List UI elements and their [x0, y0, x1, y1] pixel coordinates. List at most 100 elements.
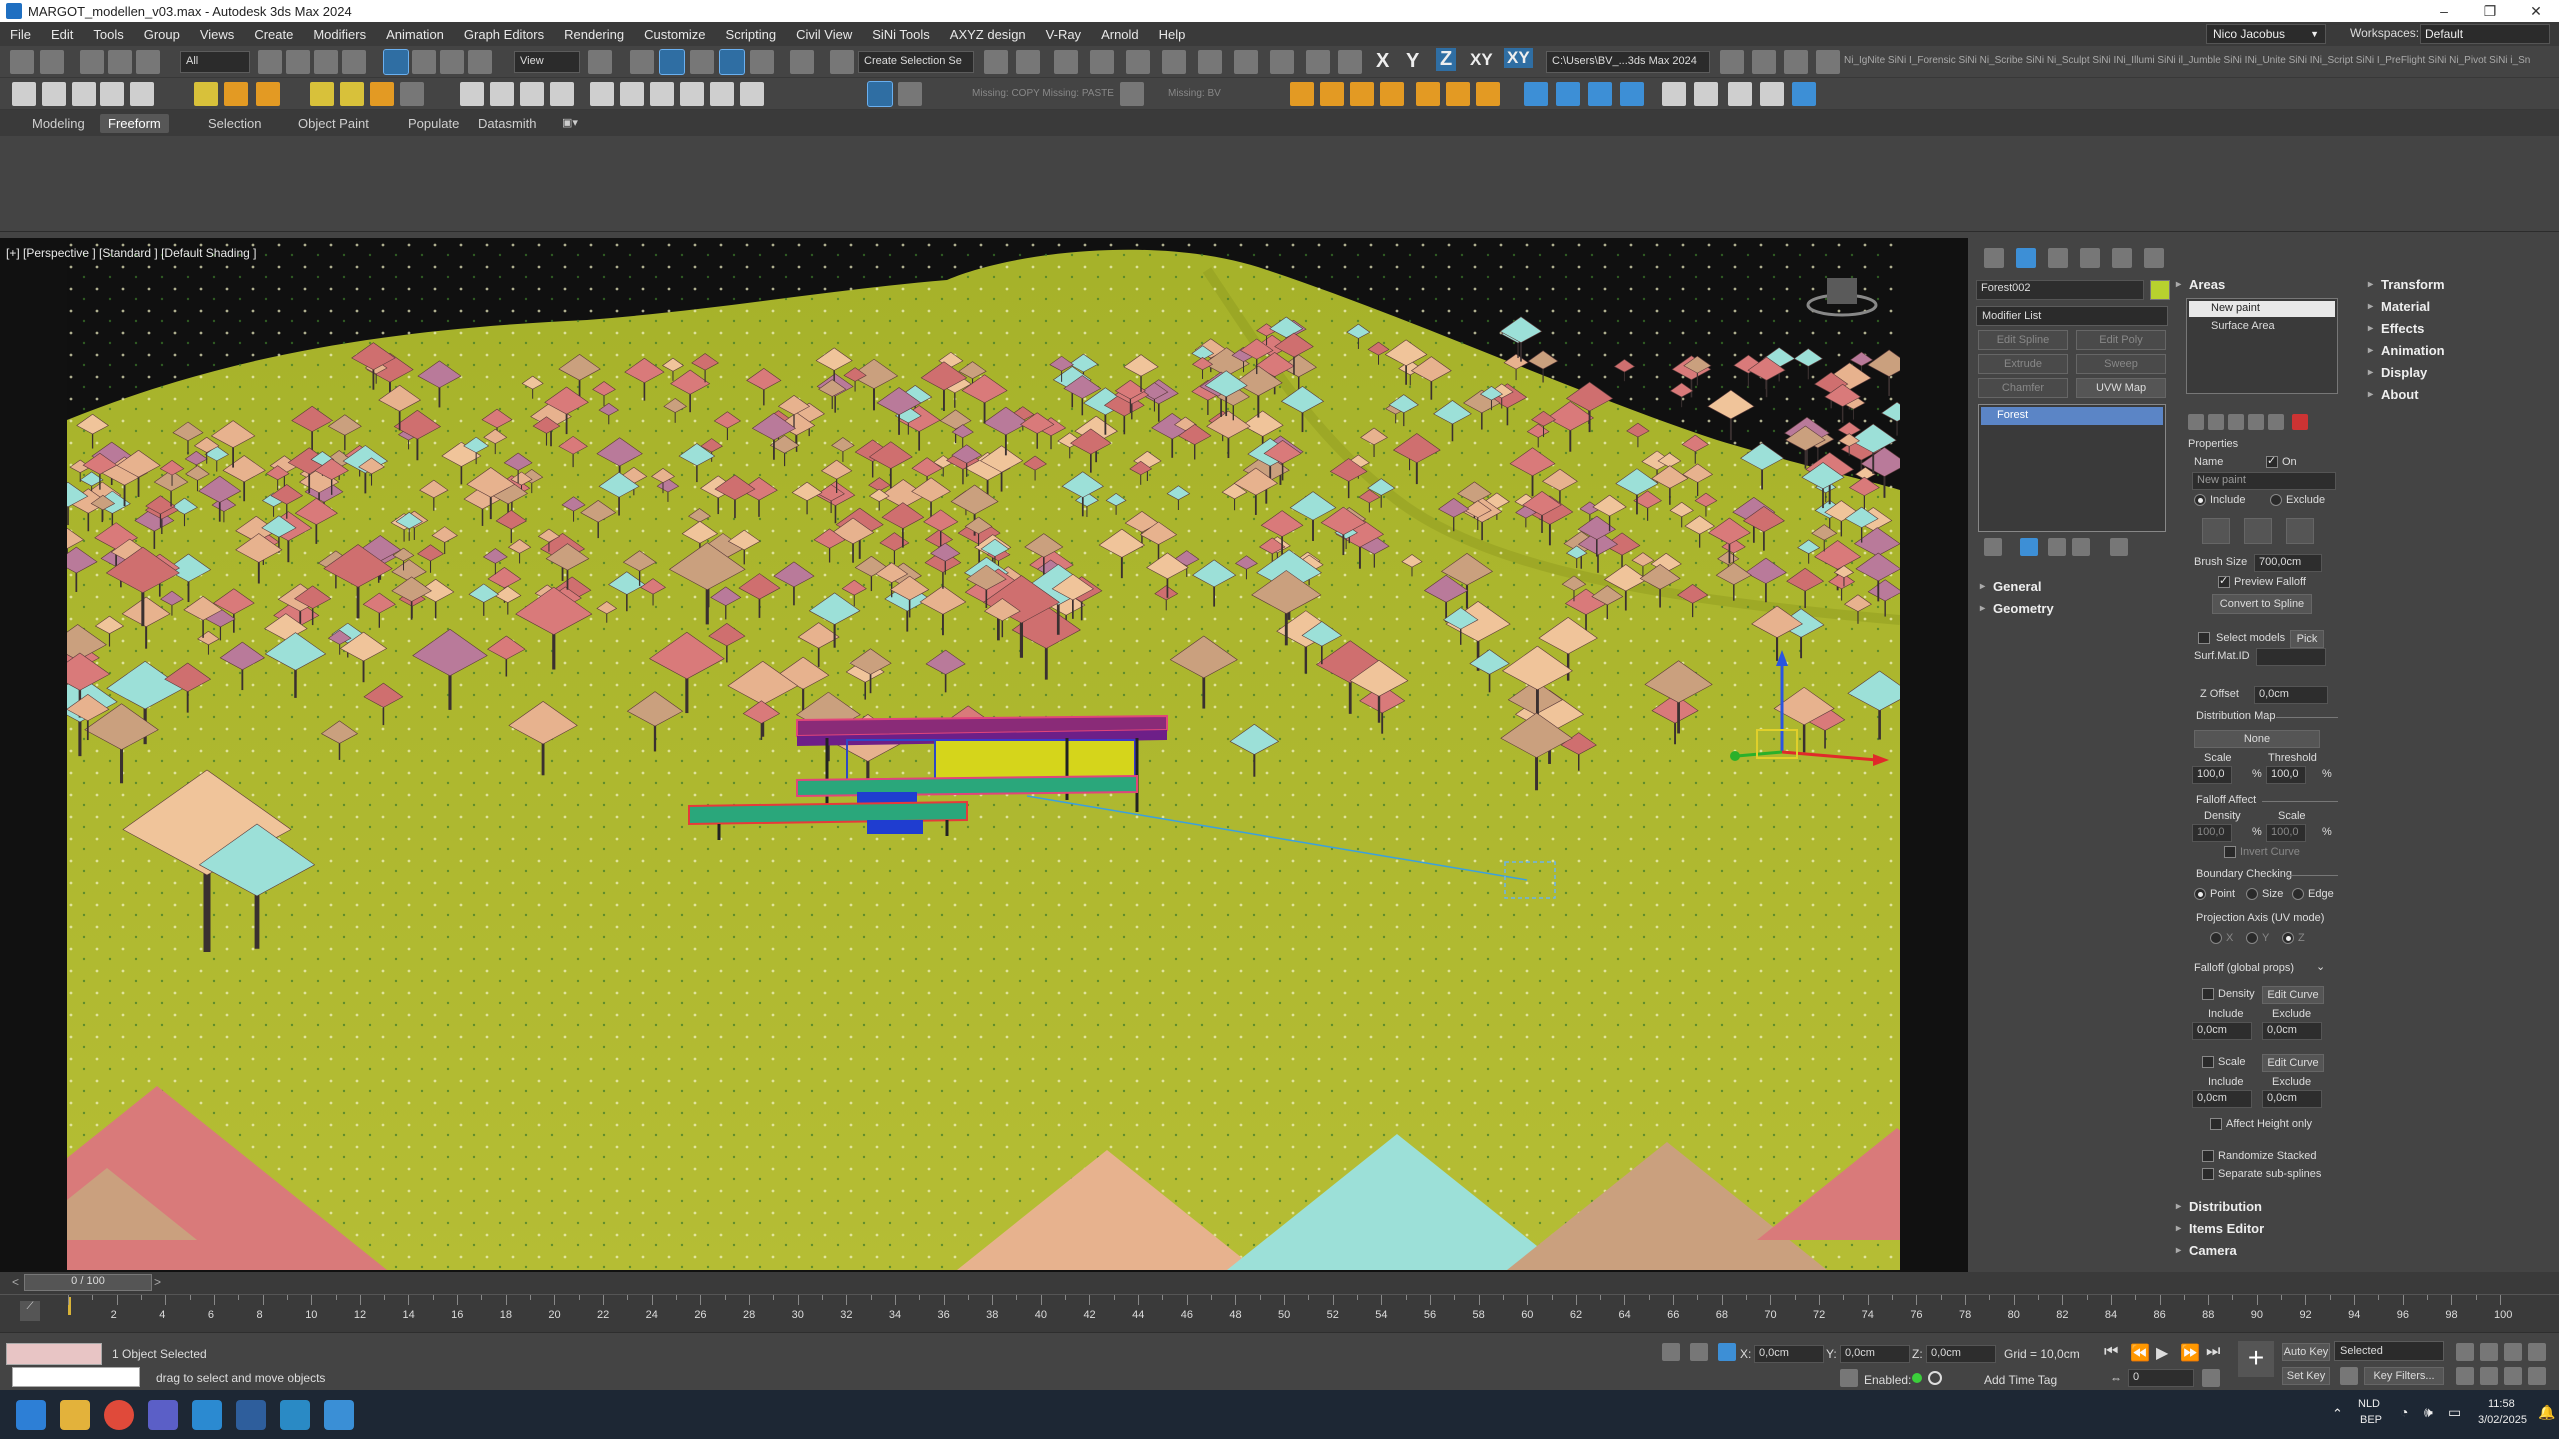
file-icon[interactable]	[130, 82, 154, 106]
tab-object-paint[interactable]: Object Paint	[290, 114, 377, 133]
mini-curve-editor-icon[interactable]: ⟋	[20, 1301, 40, 1321]
motion-tab-icon[interactable]	[2080, 248, 2100, 268]
orbit-icon[interactable]	[2504, 1367, 2522, 1385]
display-tab-icon[interactable]	[2112, 248, 2132, 268]
toolbar-list-icon[interactable]	[100, 82, 124, 106]
x-coord-field[interactable]: 0,0cm	[1754, 1345, 1824, 1363]
paste-tools-icon[interactable]	[898, 82, 922, 106]
pan-view-icon[interactable]	[2480, 1367, 2498, 1385]
percent-snap-icon[interactable]	[719, 49, 745, 75]
map-scale-spinner[interactable]: 100,0	[2192, 766, 2232, 784]
notifications-icon[interactable]: 🔔	[2538, 1404, 2555, 1421]
menu-rendering[interactable]: Rendering	[554, 27, 634, 42]
time-tag-icon[interactable]	[1928, 1371, 1942, 1385]
sweep-button[interactable]: Sweep	[2076, 354, 2166, 374]
area-surface-icon[interactable]	[2248, 414, 2264, 430]
bind-space-warp-icon[interactable]	[136, 50, 160, 74]
select-by-name-icon[interactable]	[286, 50, 310, 74]
vray-cosmos-icon[interactable]	[740, 82, 764, 106]
menu-sini-tools[interactable]: SiNi Tools	[862, 27, 940, 42]
stack-item-forest[interactable]: Forest	[1981, 407, 2163, 425]
falloff-scale-checkbox[interactable]	[2202, 1056, 2214, 1068]
time-slider-prev-icon[interactable]: <	[12, 1275, 19, 1289]
next-frame-icon[interactable]: ⏩	[2180, 1343, 2200, 1363]
key-filters-button[interactable]: Key Filters...	[2364, 1367, 2444, 1385]
tab-datasmith[interactable]: Datasmith	[470, 114, 545, 133]
zoom-extents-all-icon[interactable]	[2528, 1343, 2546, 1361]
named-selection-sets-dropdown[interactable]: Create Selection Se	[858, 51, 974, 73]
language-code[interactable]: NLD	[2358, 1398, 2380, 1410]
modify-tab-icon[interactable]	[2016, 248, 2036, 268]
restrict-plane-cycle-button[interactable]: XY	[1504, 48, 1533, 68]
rectangular-selection-icon[interactable]	[314, 50, 338, 74]
vray-ambient-icon[interactable]	[370, 82, 394, 106]
density-exclude-spinner[interactable]: 0,0cm	[2262, 1022, 2322, 1040]
edit-poly-button[interactable]: Edit Poly	[2076, 330, 2166, 350]
configure-modifier-sets-icon[interactable]	[2110, 538, 2128, 556]
window-crossing-icon[interactable]	[342, 50, 366, 74]
remove-modifier-icon[interactable]	[2072, 538, 2090, 556]
ribbon-options-icon[interactable]: ▣▾	[562, 116, 578, 129]
keyboard-layout[interactable]: BEP	[2360, 1414, 2382, 1426]
sini-tools-strip[interactable]: Ni_IgNite SiNi I_Forensic SiNi Ni_Scribe…	[1844, 55, 2556, 66]
edit-named-selection-icon[interactable]	[790, 50, 814, 74]
threshold-spinner[interactable]: 100,0	[2266, 766, 2306, 784]
vray-scene-converter-icon[interactable]	[620, 82, 644, 106]
plugin-globe-icon[interactable]	[1792, 82, 1816, 106]
tab-freeform[interactable]: Freeform	[100, 114, 169, 133]
field-of-view-icon[interactable]	[2456, 1367, 2474, 1385]
collapse-chevron-icon[interactable]: ⌄	[2316, 960, 2325, 973]
redo-icon[interactable]	[40, 50, 64, 74]
falloff-scale-spinner[interactable]: 100,0	[2266, 824, 2306, 842]
maxscript-listener-field[interactable]	[6, 1343, 102, 1365]
area-edit-icon[interactable]	[2268, 414, 2284, 430]
restrict-y-button[interactable]: Y	[1406, 50, 1419, 73]
wifi-icon[interactable]: ◔	[2400, 1404, 2408, 1420]
app-taskbar-icon[interactable]	[324, 1400, 354, 1430]
on-checkbox[interactable]	[2266, 454, 2278, 468]
terrain-icon[interactable]	[42, 82, 66, 106]
about-rollout[interactable]: About	[2368, 384, 2419, 404]
isolate-selection-icon[interactable]	[1662, 1343, 1680, 1361]
minimize-button[interactable]: –	[2421, 0, 2467, 22]
go-to-start-icon[interactable]: ⏮	[2104, 1343, 2118, 1361]
cloud-render-icon[interactable]	[1760, 82, 1784, 106]
menu-graph-editors[interactable]: Graph Editors	[454, 27, 554, 42]
mirror-icon[interactable]	[830, 50, 854, 74]
angle-snap-icon[interactable]	[690, 50, 714, 74]
menu-civil-view[interactable]: Civil View	[786, 27, 862, 42]
time-configuration-icon[interactable]	[2202, 1369, 2220, 1387]
boundary-edge-radio[interactable]	[2292, 888, 2304, 900]
tab-modeling[interactable]: Modeling	[24, 114, 93, 133]
material-browser-icon[interactable]	[1662, 82, 1686, 106]
windows-start-icon[interactable]	[16, 1400, 46, 1430]
project-icon-2[interactable]	[1752, 50, 1776, 74]
forest-list-icon[interactable]	[1446, 82, 1470, 106]
affect-height-only-checkbox[interactable]	[2210, 1118, 2222, 1130]
undo-icon[interactable]	[10, 50, 34, 74]
menu-tools[interactable]: Tools	[83, 27, 133, 42]
select-models-checkbox[interactable]	[2198, 632, 2210, 644]
schematic-view-icon[interactable]	[1198, 50, 1222, 74]
reference-coordinate-dropdown[interactable]: View	[514, 51, 580, 73]
render-setup-icon[interactable]	[1270, 50, 1294, 74]
vray-material-icon[interactable]	[590, 82, 614, 106]
area-add-icon[interactable]	[2188, 414, 2204, 430]
vray-frame-buffer-icon[interactable]	[72, 82, 96, 106]
maximize-viewport-icon[interactable]	[2528, 1367, 2546, 1385]
battery-icon[interactable]: ▭	[2448, 1404, 2461, 1421]
density-include-spinner[interactable]: 0,0cm	[2192, 1022, 2252, 1040]
3dsmax-taskbar-icon[interactable]	[280, 1400, 310, 1430]
effects-rollout[interactable]: Effects	[2368, 318, 2424, 338]
set-key-button[interactable]: Set Key	[2282, 1367, 2330, 1385]
current-frame-field[interactable]: 0	[2128, 1369, 2194, 1387]
curve-editor-icon[interactable]	[1162, 50, 1186, 74]
vray-proxy-icon[interactable]	[460, 82, 484, 106]
general-rollout[interactable]: General	[1980, 576, 2041, 596]
restrict-xy-button[interactable]: XY	[1470, 50, 1493, 70]
link-icon[interactable]	[80, 50, 104, 74]
unlink-icon[interactable]	[108, 50, 132, 74]
y-coord-field[interactable]: 0,0cm	[1840, 1345, 1910, 1363]
menu-modifiers[interactable]: Modifiers	[303, 27, 376, 42]
absolute-mode-icon[interactable]	[1718, 1343, 1736, 1361]
